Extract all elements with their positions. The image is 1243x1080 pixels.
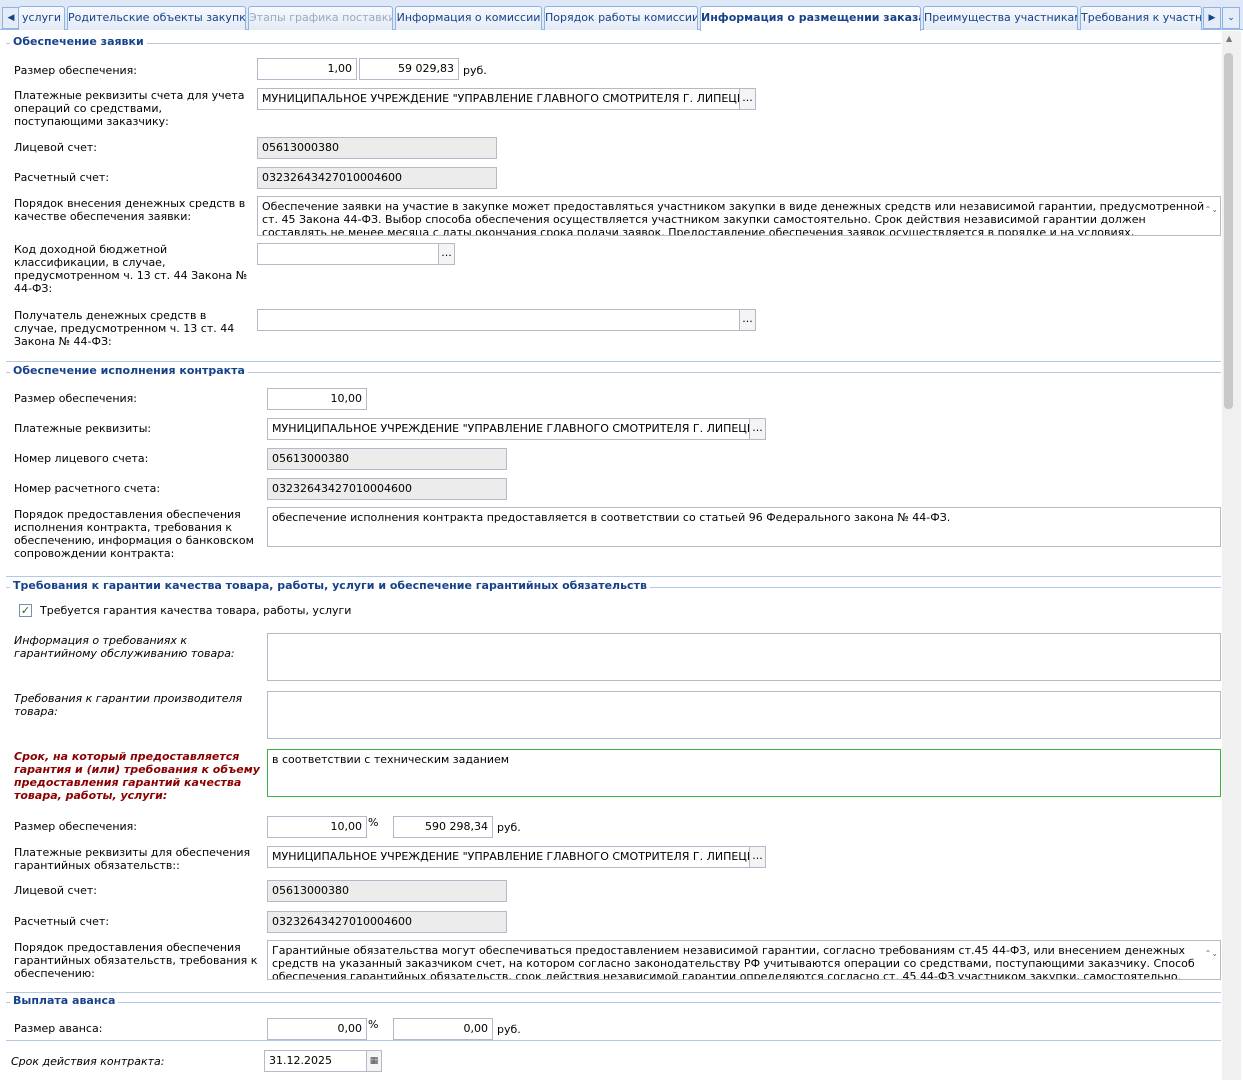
s1-recipient-input[interactable] xyxy=(257,309,740,331)
s3-size-amount-input[interactable]: 590 298,34 xyxy=(393,816,493,838)
s3-size-percent-input[interactable]: 10,00 xyxy=(267,816,367,838)
s3-order-text: Гарантийные обязательства могут обеспечи… xyxy=(272,944,1195,980)
s3-settlement-account-label: Расчетный счет: xyxy=(14,915,110,928)
tab-participant-advantages[interactable]: Преимущества участникам xyxy=(923,6,1078,30)
s3-term-textarea[interactable]: в соответствии с техническим заданием xyxy=(267,749,1221,797)
s1-order-label: Порядок внесения денежных средств в каче… xyxy=(14,197,246,223)
s1-payment-select-button[interactable]: ... xyxy=(739,88,756,110)
s3-service-textarea[interactable] xyxy=(267,633,1221,681)
s3-service-label: Информация о требованиях к гарантийному … xyxy=(14,634,235,660)
textarea-scroll-icon[interactable]: ⌃⌄ xyxy=(1205,203,1218,216)
s1-size-percent-input[interactable]: 1,00 xyxy=(257,58,357,80)
tab-menu-icon[interactable]: ⌄ xyxy=(1222,7,1240,29)
s1-kbk-input[interactable] xyxy=(257,243,439,265)
s2-settlement-account-value: 03232643427010004600 xyxy=(267,478,507,500)
vertical-scrollbar[interactable]: ▲ xyxy=(1222,31,1241,1080)
tab-services[interactable]: услуги xyxy=(18,6,65,30)
tab-commission-order[interactable]: Порядок работы комиссии xyxy=(544,6,698,30)
s4-size-amount-input[interactable]: 0,00 xyxy=(393,1018,493,1040)
warranty-required-label: Требуется гарантия качества товара, рабо… xyxy=(40,604,352,617)
warranty-required-checkbox[interactable]: ✓ xyxy=(19,604,32,617)
s2-payment-label: Платежные реквизиты: xyxy=(14,422,152,435)
s2-order-textarea[interactable]: обеспечение исполнения контракта предост… xyxy=(267,507,1221,547)
s2-personal-account-label: Номер лицевого счета: xyxy=(14,452,149,465)
s2-size-input[interactable]: 10,00 xyxy=(267,388,367,410)
section-title: Обеспечение исполнения контракта xyxy=(10,364,248,377)
tab-bar: ◀ услуги Родительские объекты закупки Эт… xyxy=(0,0,1243,31)
s1-size-amount-input[interactable]: 59 029,83 xyxy=(359,58,459,80)
s2-payment-input[interactable]: МУНИЦИПАЛЬНОЕ УЧРЕЖДЕНИЕ "УПРАВЛЕНИЕ ГЛА… xyxy=(267,418,750,440)
s3-term-text: в соответствии с техническим заданием xyxy=(272,753,510,766)
contract-term-input[interactable]: 31.12.2025 xyxy=(264,1050,367,1072)
s1-recipient-label: Получатель денежных средств в случае, пр… xyxy=(14,309,235,348)
s1-personal-account-label: Лицевой счет: xyxy=(14,141,97,154)
s4-size-label: Размер аванса: xyxy=(14,1022,103,1035)
tab-parent-objects[interactable]: Родительские объекты закупки xyxy=(67,6,246,30)
section-title: Обеспечение заявки xyxy=(10,35,147,48)
calendar-icon[interactable]: ▦ xyxy=(366,1050,382,1072)
s3-settlement-account-value: 03232643427010004600 xyxy=(267,911,507,933)
tab-placement-info[interactable]: Информация о размещении заказа xyxy=(700,6,921,31)
s1-personal-account-value: 05613000380 xyxy=(257,137,497,159)
s4-percent-sign: % xyxy=(368,1018,379,1031)
s1-order-text: Обеспечение заявки на участие в закупке … xyxy=(262,200,1205,236)
s1-settlement-account-label: Расчетный счет: xyxy=(14,171,110,184)
s1-kbk-label: Код доходной бюджетной классификации, в … xyxy=(14,243,248,295)
s2-order-text: обеспечение исполнения контракта предост… xyxy=(272,511,951,524)
s3-manufacturer-label: Требования к гарантии производителя това… xyxy=(14,692,243,718)
s3-personal-account-value: 05613000380 xyxy=(267,880,507,902)
s2-settlement-account-label: Номер расчетного счета: xyxy=(14,482,161,495)
contract-term-label: Срок действия контракта: xyxy=(11,1055,165,1068)
s2-size-label: Размер обеспечения: xyxy=(14,392,137,405)
scroll-up-icon[interactable]: ▲ xyxy=(1226,34,1232,43)
s3-rub-label: руб. xyxy=(497,821,521,834)
s3-order-label: Порядок предоставления обеспечения гаран… xyxy=(14,941,258,980)
s3-size-label: Размер обеспечения: xyxy=(14,820,137,833)
s1-order-textarea[interactable]: Обеспечение заявки на участие в закупке … xyxy=(257,196,1221,236)
section-title: Выплата аванса xyxy=(10,994,119,1007)
s2-payment-select-button[interactable]: ... xyxy=(749,418,766,440)
scrollbar-thumb[interactable] xyxy=(1224,53,1233,409)
s3-order-textarea[interactable]: Гарантийные обязательства могут обеспечи… xyxy=(267,940,1221,980)
s1-settlement-account-value: 03232643427010004600 xyxy=(257,167,497,189)
s4-size-percent-input[interactable]: 0,00 xyxy=(267,1018,367,1040)
s1-size-label: Размер обеспечения: xyxy=(14,64,137,77)
s3-personal-account-label: Лицевой счет: xyxy=(14,884,97,897)
tab-scroll-right-icon[interactable]: ▶ xyxy=(1203,7,1221,29)
section-advance-payment: Выплата аванса xyxy=(6,994,1221,1041)
tab-delivery-stages: Этапы графика поставки xyxy=(248,6,393,30)
tab-commission-info[interactable]: Информация о комиссии xyxy=(395,6,542,30)
s1-recipient-select-button[interactable]: ... xyxy=(739,309,756,331)
s1-payment-label: Платежные реквизиты счета для учета опер… xyxy=(14,89,245,128)
s1-kbk-select-button[interactable]: ... xyxy=(438,243,455,265)
s4-rub-label: руб. xyxy=(497,1023,521,1036)
s3-manufacturer-textarea[interactable] xyxy=(267,691,1221,739)
s2-personal-account-value: 05613000380 xyxy=(267,448,507,470)
tab-participant-requirements[interactable]: Требования к участни xyxy=(1080,6,1202,30)
s3-term-label: Срок, на который предоставляется гаранти… xyxy=(14,750,260,802)
textarea-scroll-icon[interactable]: ⌃⌄ xyxy=(1205,947,1218,960)
s3-payment-input[interactable]: МУНИЦИПАЛЬНОЕ УЧРЕЖДЕНИЕ "УПРАВЛЕНИЕ ГЛА… xyxy=(267,846,750,868)
section-title: Требования к гарантии качества товара, р… xyxy=(10,579,650,592)
s1-rub-label: руб. xyxy=(463,64,487,77)
s2-order-label: Порядок предоставления обеспечения испол… xyxy=(14,508,254,560)
s1-payment-input[interactable]: МУНИЦИПАЛЬНОЕ УЧРЕЖДЕНИЕ "УПРАВЛЕНИЕ ГЛА… xyxy=(257,88,740,110)
s3-percent-sign: % xyxy=(368,816,379,829)
s3-payment-select-button[interactable]: ... xyxy=(749,846,766,868)
s3-payment-label: Платежные реквизиты для обеспечения гара… xyxy=(14,846,251,872)
